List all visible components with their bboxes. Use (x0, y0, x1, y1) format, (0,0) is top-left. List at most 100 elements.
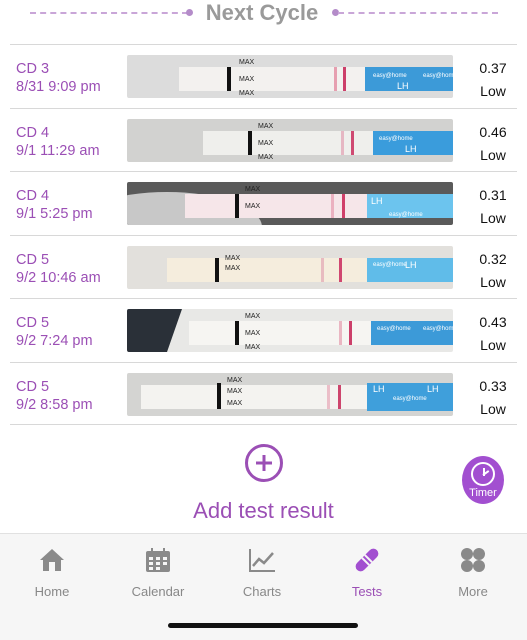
test-strip-image: MAX MAX LH easy@home (127, 182, 453, 225)
test-strip-image: MAX MAX MAX easy@home LH easy@home (127, 55, 453, 98)
strip-brand-label: easy@home (389, 212, 423, 218)
grid-icon (423, 546, 523, 574)
test-strip-photo[interactable]: MAX MAX LH easy@home (127, 182, 453, 225)
tab-home[interactable]: Home (2, 546, 102, 599)
line-chart-icon (212, 546, 312, 574)
test-strip-photo[interactable]: MAX MAX MAX easy@home LH easy@home (127, 55, 453, 98)
cycle-day: CD 4 (16, 124, 50, 141)
test-strip-photo[interactable]: MAX MAX MAX easy@home easy@home (127, 309, 453, 352)
tab-calendar[interactable]: Calendar (108, 546, 208, 599)
lh-level: Low (480, 337, 506, 353)
test-value: 0.43 Low (469, 311, 517, 357)
strip-brand-label: easy@home (423, 326, 453, 332)
header-dashed-line-left (30, 12, 188, 14)
test-row[interactable]: CD 4 9/1 5:25 pm MAX MAX LH easy@home 0.… (10, 171, 517, 235)
strip-max-label: MAX (239, 76, 255, 83)
house-icon (2, 546, 102, 574)
strip-lh-label: LH (397, 81, 409, 91)
tab-label: More (458, 584, 488, 599)
strip-max-label: MAX (225, 255, 241, 262)
test-datetime: 9/2 8:58 pm (16, 396, 93, 413)
strip-max-label: MAX (239, 59, 255, 66)
strip-brand-label: easy@home (393, 396, 427, 402)
test-row[interactable]: CD 4 9/1 11:29 am MAX MAX MAX easy@home … (10, 107, 517, 172)
test-date: CD 5 9/2 7:24 pm (16, 314, 93, 350)
test-row[interactable]: CD 5 9/2 8:58 pm MAX MAX MAX LH easy@hom… (10, 361, 517, 425)
test-date: CD 5 9/2 8:58 pm (16, 378, 93, 414)
test-row[interactable]: CD 3 8/31 9:09 pm MAX MAX MAX easy@home … (10, 44, 517, 108)
strip-lh-label: LH (373, 384, 385, 394)
lh-level: Low (480, 273, 506, 290)
lh-ratio: 0.37 (479, 60, 507, 76)
calendar-icon (108, 546, 208, 574)
test-value: 0.31 Low (469, 184, 517, 230)
strip-brand-label: easy@home (379, 136, 413, 142)
home-indicator[interactable] (168, 623, 358, 628)
lh-level: Low (480, 146, 506, 163)
add-test-button[interactable]: Add test result (0, 498, 527, 524)
add-test-icon[interactable] (244, 444, 283, 482)
test-value: 0.37 Low (469, 57, 517, 103)
test-strip-icon (317, 546, 417, 574)
strip-brand-label: easy@home (373, 262, 407, 268)
test-datetime: 9/2 10:46 am (16, 269, 101, 286)
strip-max-label: MAX (225, 265, 241, 272)
strip-max-label: MAX (258, 140, 274, 147)
strip-max-label: MAX (245, 203, 261, 210)
strip-max-label: MAX (245, 330, 261, 337)
timer-button[interactable]: Timer (462, 456, 504, 504)
tab-tests[interactable]: Tests (317, 546, 417, 599)
test-row[interactable]: CD 5 9/2 10:46 am MAX MAX easy@home LH 0… (10, 234, 517, 299)
test-strip-image: MAX MAX easy@home LH (127, 245, 453, 289)
strip-lh-label: LH (405, 144, 417, 154)
header-dot-left (186, 9, 193, 16)
lh-ratio: 0.33 (479, 377, 507, 394)
test-datetime: 9/2 7:24 pm (16, 333, 93, 349)
cycle-day: CD 5 (16, 251, 50, 268)
strip-brand-label: easy@home (373, 73, 407, 79)
strip-brand-label: easy@home (423, 73, 453, 79)
cycle-day: CD 3 (16, 61, 50, 77)
strip-max-label: MAX (245, 313, 261, 320)
lh-ratio: 0.32 (479, 250, 507, 267)
test-strip-image: MAX MAX MAX easy@home LH (127, 118, 453, 162)
test-strip-photo[interactable]: MAX MAX easy@home LH (127, 245, 453, 289)
test-value: 0.33 Low (469, 375, 517, 421)
test-strip-photo[interactable]: MAX MAX MAX LH easy@home LH (127, 372, 453, 416)
cycle-day: CD 4 (16, 188, 50, 204)
test-datetime: 9/1 5:25 pm (16, 206, 93, 222)
test-date: CD 3 8/31 9:09 pm (16, 60, 101, 96)
test-value: 0.46 Low (469, 121, 517, 167)
clock-icon (471, 462, 495, 486)
test-datetime: 8/31 9:09 pm (16, 79, 101, 95)
timer-label: Timer (469, 487, 497, 499)
test-datetime: 9/1 11:29 am (16, 142, 100, 159)
section-header: Next Cycle (0, 0, 527, 28)
tab-label: Home (34, 584, 70, 599)
lh-ratio: 0.31 (479, 187, 507, 203)
test-results-list: CD 3 8/31 9:09 pm MAX MAX MAX easy@home … (10, 44, 517, 425)
tab-more[interactable]: More (423, 546, 523, 599)
section-title: Next Cycle (205, 0, 319, 25)
test-date: CD 5 9/2 10:46 am (16, 251, 101, 287)
strip-lh-label: LH (427, 384, 439, 394)
lh-level: Low (480, 400, 506, 417)
strip-max-label: MAX (245, 344, 261, 351)
test-strip-image: MAX MAX MAX LH easy@home LH (127, 372, 453, 416)
test-strip-photo[interactable]: MAX MAX MAX easy@home LH (127, 118, 453, 162)
strip-max-label: MAX (227, 388, 243, 395)
cycle-day: CD 5 (16, 378, 50, 395)
test-value: 0.32 Low (469, 248, 517, 294)
lh-ratio: 0.43 (479, 314, 507, 330)
lh-level: Low (480, 210, 506, 226)
tab-charts[interactable]: Charts (212, 546, 312, 599)
test-row[interactable]: CD 5 9/2 7:24 pm MAX MAX MAX easy@home e… (10, 298, 517, 362)
tab-label: Calendar (131, 584, 185, 599)
strip-max-label: MAX (227, 400, 243, 407)
strip-max-label: MAX (258, 154, 274, 161)
strip-brand-label: easy@home (377, 326, 411, 332)
strip-max-label: MAX (239, 90, 255, 97)
lh-ratio: 0.46 (479, 123, 507, 140)
test-strip-image: MAX MAX MAX easy@home easy@home (127, 309, 453, 352)
strip-max-label: MAX (227, 377, 243, 384)
